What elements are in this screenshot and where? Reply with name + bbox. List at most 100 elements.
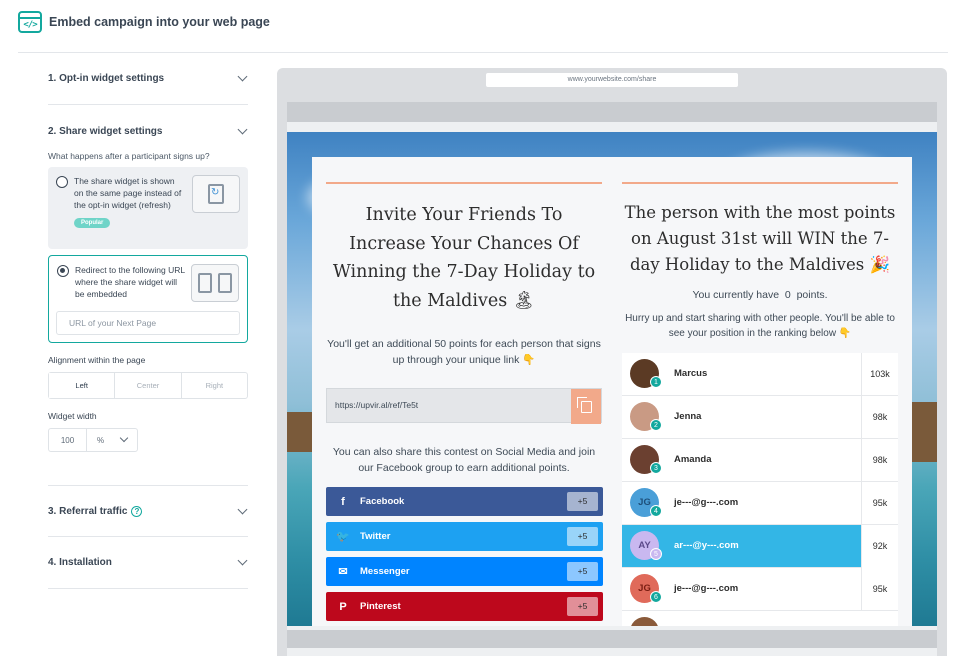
align-right-button[interactable]: Right xyxy=(182,373,247,398)
accordion-label: 3. Referral traffic? xyxy=(48,505,143,517)
ranking-row: 2 Jenna 98k xyxy=(622,396,898,439)
rank-badge: 5 xyxy=(650,548,662,560)
rank-badge: 6 xyxy=(650,591,662,603)
background-image: Invite Your Friends To Increase Your Cha… xyxy=(287,132,937,626)
accordion-installation[interactable]: 4. Installation xyxy=(48,537,248,589)
points-suffix: points. xyxy=(796,289,828,301)
accordion-label-text: 3. Referral traffic xyxy=(48,505,128,517)
chevron-down-icon[interactable] xyxy=(237,504,248,514)
rank-badge: 2 xyxy=(650,419,662,431)
option-refresh-text: The share widget is shown on the same pa… xyxy=(74,176,182,210)
widget-width-label: Widget width xyxy=(48,411,97,421)
header: </> Embed campaign into your web page xyxy=(18,11,270,33)
chevron-down-icon[interactable] xyxy=(237,124,248,134)
alignment-label: Alignment within the page xyxy=(48,355,146,365)
align-left-button[interactable]: Left xyxy=(49,373,116,398)
ranking-description: Hurry up and start sharing with other pe… xyxy=(625,313,895,339)
accordion-opt-in-widget[interactable]: 1. Opt-in widget settings xyxy=(48,53,248,105)
accordion-share-widget[interactable]: 2. Share widget settings xyxy=(48,105,248,157)
points-value: 0 xyxy=(784,289,791,301)
accordion-label: 4. Installation xyxy=(48,557,112,568)
page-title: Embed campaign into your web page xyxy=(49,15,270,29)
alignment-selector: Left Center Right xyxy=(48,372,248,399)
help-icon[interactable]: ? xyxy=(131,505,143,517)
next-page-url-input[interactable]: URL of your Next Page xyxy=(56,311,240,335)
pinterest-icon: P xyxy=(339,600,347,613)
ranking-row: JG 6 je---@g---.com 95k xyxy=(622,568,898,611)
chevron-down-icon[interactable] xyxy=(237,71,248,82)
radio-refresh[interactable] xyxy=(56,176,68,188)
option-redirect[interactable]: Redirect to the following URL where the … xyxy=(48,255,248,343)
button-label: Pinterest xyxy=(360,601,401,612)
twitter-share-button[interactable]: 🐦 Twitter +5 xyxy=(326,522,603,551)
prize-title: The person with the most points on Augus… xyxy=(624,203,896,274)
facebook-icon: f xyxy=(341,495,345,508)
placeholder-bar xyxy=(287,630,937,648)
address-bar: www.yourwebsite.com/share xyxy=(486,73,738,87)
button-label: Messenger xyxy=(360,566,410,577)
ranking-row-current-user: AY 5 ar---@y---.com 92k xyxy=(622,525,898,568)
button-label: Facebook xyxy=(360,496,405,507)
accordion-label: 1. Opt-in widget settings xyxy=(48,73,165,84)
social-description: You can also share this contest on Socia… xyxy=(332,446,596,474)
widget-width-input[interactable]: 100 xyxy=(49,429,87,451)
current-points: You currently have 0 points. xyxy=(622,287,898,303)
ranking-name: ar---@y---.com xyxy=(674,540,739,551)
page-preview: Invite Your Friends To Increase Your Cha… xyxy=(287,102,937,656)
option-refresh[interactable]: The share widget is shown on the same pa… xyxy=(48,167,248,249)
popular-badge: Popular xyxy=(74,218,111,228)
rank-badge: 3 xyxy=(650,462,662,474)
divider xyxy=(622,182,898,184)
facebook-share-button[interactable]: f Facebook +5 xyxy=(326,487,603,516)
ranking-score: 98k xyxy=(861,439,898,482)
accordion-label: 2. Share widget settings xyxy=(48,125,163,137)
radio-redirect[interactable] xyxy=(57,265,69,277)
embed-code-icon: </> xyxy=(18,11,42,33)
referral-link-field[interactable]: https://upvir.al/ref/Te5t xyxy=(326,388,602,424)
ranking-name: je---@g---.com xyxy=(674,583,739,594)
ranking-score: 95k xyxy=(861,568,898,611)
settings-panel: 1. Opt-in widget settings 2. Share widge… xyxy=(48,53,248,589)
divider xyxy=(326,182,602,184)
share-widget: Invite Your Friends To Increase Your Cha… xyxy=(312,157,912,626)
widget-width-field: 100 % xyxy=(48,428,138,452)
option-redirect-text: Redirect to the following URL where the … xyxy=(75,265,185,299)
ranking-name: Amanda xyxy=(674,454,712,465)
browser-preview: www.yourwebsite.com/share Invite Your Fr… xyxy=(277,68,947,656)
copy-icon xyxy=(576,396,592,413)
redirect-preview-icon xyxy=(191,264,239,302)
ranking-score: 92k xyxy=(861,525,898,568)
points-badge: +5 xyxy=(567,492,598,511)
ranking-name: je---@g---.com xyxy=(674,497,739,508)
ranking-score: 103k xyxy=(861,353,898,396)
rank-badge: 1 xyxy=(650,376,662,388)
points-badge: +5 xyxy=(567,562,598,581)
points-badge: +5 xyxy=(567,527,598,546)
invite-title: Invite Your Friends To Increase Your Cha… xyxy=(332,205,596,311)
messenger-icon: ✉ xyxy=(338,566,348,578)
width-unit-select[interactable]: % xyxy=(87,429,137,451)
align-center-button[interactable]: Center xyxy=(115,373,182,398)
chevron-down-icon[interactable] xyxy=(237,555,248,566)
twitter-icon: 🐦 xyxy=(336,531,350,543)
avatar xyxy=(630,617,659,626)
ranking-row xyxy=(622,611,898,626)
share-question: What happens after a participant signs u… xyxy=(48,151,210,161)
pinterest-share-button[interactable]: P Pinterest +5 xyxy=(326,592,603,621)
rank-badge: 4 xyxy=(650,505,662,517)
copy-button[interactable] xyxy=(571,389,601,424)
messenger-share-button[interactable]: ✉ Messenger +5 xyxy=(326,557,603,586)
points-badge: +5 xyxy=(567,597,598,616)
ranking-row: JG 4 je---@g---.com 95k xyxy=(622,482,898,525)
ranking-name: Marcus xyxy=(674,368,708,379)
points-prefix: You currently have xyxy=(692,289,780,301)
button-label: Twitter xyxy=(360,531,391,542)
ranking-score: 95k xyxy=(861,482,898,525)
refresh-preview-icon xyxy=(192,175,240,213)
ranking-row: 1 Marcus 103k xyxy=(622,353,898,396)
referral-link[interactable]: https://upvir.al/ref/Te5t xyxy=(335,400,418,410)
ranking-row: 3 Amanda 98k xyxy=(622,439,898,482)
accordion-referral-traffic[interactable]: 3. Referral traffic? xyxy=(48,485,248,537)
ranking-score: 98k xyxy=(861,396,898,439)
placeholder-bar xyxy=(287,102,937,122)
